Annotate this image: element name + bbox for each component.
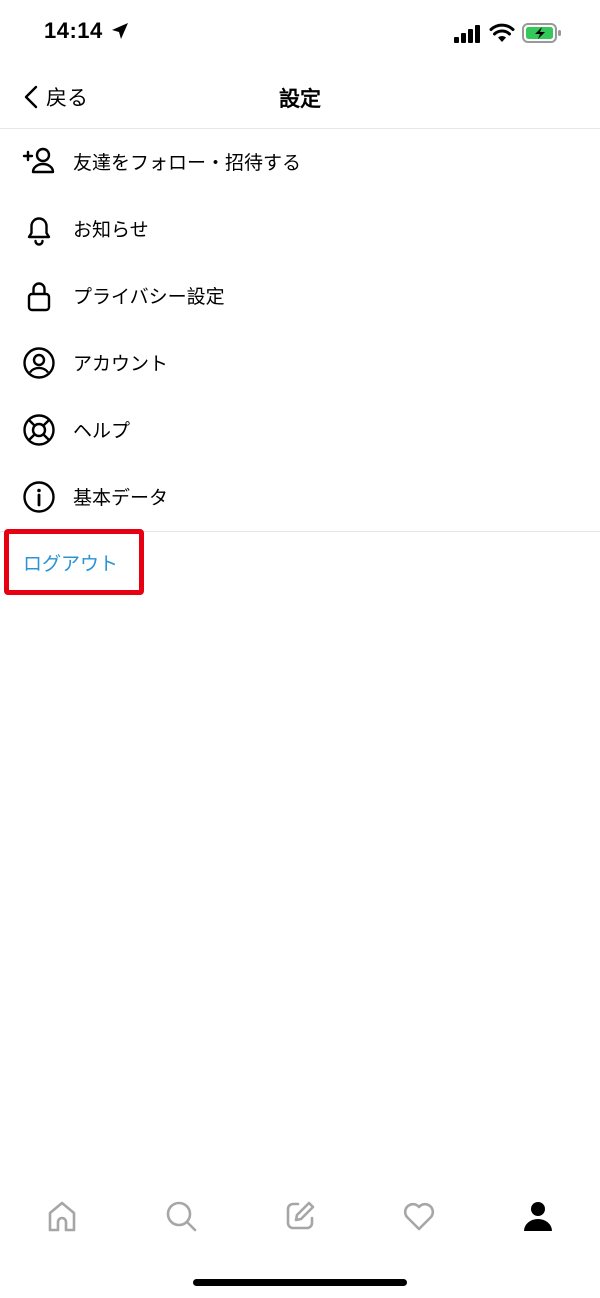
bell-icon xyxy=(21,211,57,247)
cellular-signal-icon xyxy=(454,25,480,43)
settings-item-privacy[interactable]: プライバシー設定 xyxy=(0,262,600,329)
location-arrow-icon xyxy=(112,23,128,39)
logout-button[interactable]: ログアウト xyxy=(23,549,118,576)
home-indicator[interactable] xyxy=(193,1279,407,1286)
status-time: 14:14 xyxy=(44,18,103,43)
compose-icon xyxy=(286,1201,315,1230)
settings-item-label: ヘルプ xyxy=(73,420,131,442)
tab-bar xyxy=(0,1180,600,1260)
tab-activity[interactable] xyxy=(397,1194,441,1238)
account-circle-icon xyxy=(21,345,57,381)
home-icon xyxy=(48,1201,76,1232)
settings-item-notifications[interactable]: お知らせ xyxy=(0,195,600,262)
settings-item-label: お知らせ xyxy=(73,219,149,241)
settings-item-about[interactable]: 基本データ xyxy=(0,463,600,530)
settings-list: 友達をフォロー・招待する お知らせ プライバシー設定 アカウント ヘルプ 基本デ… xyxy=(0,128,600,530)
page-title: 設定 xyxy=(279,87,321,111)
wifi-icon xyxy=(489,23,515,42)
settings-item-account[interactable]: アカウント xyxy=(0,329,600,396)
tab-profile[interactable] xyxy=(516,1194,560,1238)
lock-icon xyxy=(21,278,57,314)
search-icon xyxy=(166,1201,197,1232)
tab-compose[interactable] xyxy=(278,1194,322,1238)
profile-icon xyxy=(524,1202,552,1231)
battery-charging-icon xyxy=(522,23,561,43)
settings-item-label: 基本データ xyxy=(73,487,169,509)
tab-home[interactable] xyxy=(40,1194,84,1238)
nav-header: 戻る 設定 xyxy=(0,66,600,129)
add-person-icon xyxy=(21,144,57,180)
status-bar: 14:14 xyxy=(0,0,600,66)
settings-item-label: アカウント xyxy=(73,353,169,375)
heart-icon xyxy=(403,1202,435,1231)
tab-search[interactable] xyxy=(159,1194,203,1238)
settings-item-help[interactable]: ヘルプ xyxy=(0,396,600,463)
settings-item-invite-friends[interactable]: 友達をフォロー・招待する xyxy=(0,128,600,195)
settings-item-label: プライバシー設定 xyxy=(73,286,225,308)
settings-item-label: 友達をフォロー・招待する xyxy=(73,152,302,174)
info-icon xyxy=(21,479,57,515)
lifebuoy-icon xyxy=(21,412,57,448)
